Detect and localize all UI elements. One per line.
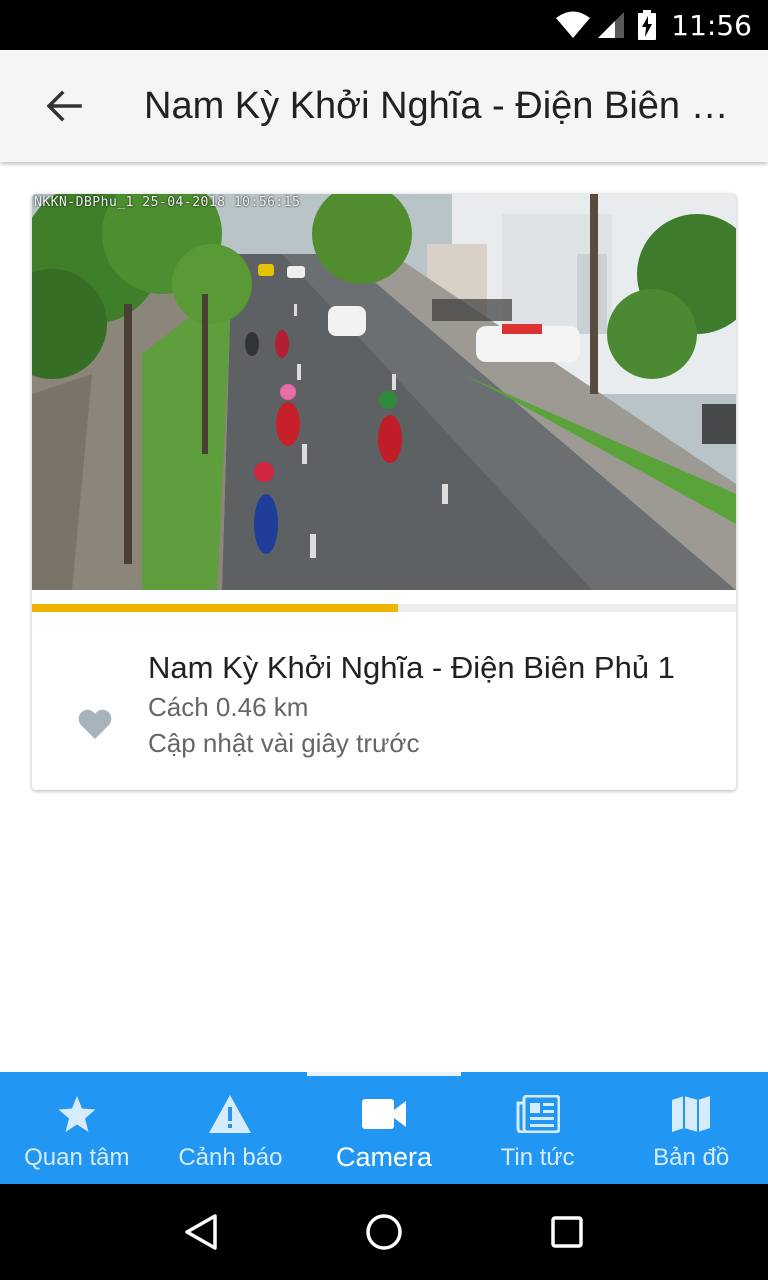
newspaper-icon	[516, 1094, 560, 1134]
nav-item-quan-tam[interactable]: Quan tâm	[0, 1072, 154, 1184]
nav-label: Tin tức	[500, 1144, 575, 1171]
status-time: 11:56	[671, 8, 752, 42]
system-recents-button[interactable]	[537, 1202, 597, 1262]
circle-home-icon	[366, 1214, 402, 1250]
nav-label: Bản đồ	[653, 1144, 730, 1171]
back-button[interactable]	[32, 74, 96, 138]
triangle-back-icon	[185, 1214, 218, 1250]
camera-updated-time: Cập nhật vài giây trước	[148, 728, 420, 758]
refresh-progress-fill	[32, 604, 399, 612]
camera-card[interactable]: NKKN-DBPhu_1 25-04-2018 10:56:15 Nam Kỳ …	[32, 194, 736, 790]
camera-snapshot[interactable]: NKKN-DBPhu_1 25-04-2018 10:56:15	[32, 194, 736, 590]
nav-item-canh-bao[interactable]: Cảnh báo	[154, 1072, 308, 1184]
nav-label: Quan tâm	[24, 1144, 130, 1171]
system-back-button[interactable]	[171, 1202, 231, 1262]
battery-charging-icon	[637, 10, 657, 40]
warning-icon	[208, 1094, 252, 1134]
camera-name: Nam Kỳ Khởi Nghĩa - Điện Biên Phủ 1	[148, 650, 675, 685]
nav-item-ban-do[interactable]: Bản đồ	[614, 1072, 768, 1184]
signal-icon	[597, 11, 625, 39]
heart-icon[interactable]	[78, 708, 112, 740]
nav-label: Cảnh báo	[178, 1144, 283, 1171]
app-bar: Nam Kỳ Khởi Nghĩa - Điện Biên Phủ 1	[0, 50, 768, 162]
arrow-back-icon	[46, 90, 82, 122]
star-icon	[57, 1094, 97, 1134]
square-recents-icon	[550, 1216, 583, 1248]
status-bar: 11:56	[0, 0, 768, 50]
nav-item-tin-tuc[interactable]: Tin tức	[461, 1072, 615, 1184]
video-camera-icon	[361, 1094, 406, 1134]
nav-item-camera[interactable]: Camera	[307, 1072, 461, 1184]
wifi-icon	[555, 11, 591, 39]
system-home-button[interactable]	[354, 1202, 414, 1262]
camera-info: Nam Kỳ Khởi Nghĩa - Điện Biên Phủ 1 Cách…	[32, 612, 736, 790]
system-navigation-bar	[0, 1184, 768, 1280]
map-icon	[671, 1094, 711, 1134]
refresh-progress-bar	[32, 604, 736, 612]
nav-label: Camera	[335, 1142, 432, 1172]
camera-timestamp-overlay: NKKN-DBPhu_1 25-04-2018 10:56:15	[34, 195, 301, 210]
page-title: Nam Kỳ Khởi Nghĩa - Điện Biên Phủ 1	[144, 84, 744, 127]
bottom-navigation: Quan tâm Cảnh báo Camera Tin tức Bản đồ	[0, 1072, 768, 1184]
camera-distance: Cách 0.46 km	[148, 692, 309, 722]
